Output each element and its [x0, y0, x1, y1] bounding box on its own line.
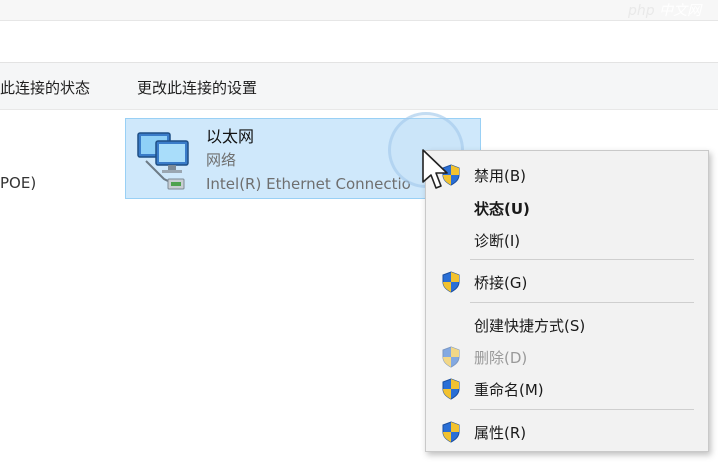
menu-item-status[interactable]: 状态(U)	[426, 192, 708, 222]
menu-item-label: 桥接(G)	[474, 274, 528, 292]
view-status-command[interactable]: 此连接的状态	[0, 77, 90, 98]
watermark-text: 中文网	[659, 3, 702, 19]
change-settings-command[interactable]: 更改此连接的设置	[137, 77, 257, 98]
menu-item-diagnose[interactable]: 诊断(I)	[426, 224, 708, 254]
connection-type: 网络	[206, 151, 237, 169]
menu-item-label: 创建快捷方式(S)	[474, 317, 586, 335]
uac-shield-icon	[442, 378, 460, 400]
uac-shield-icon	[442, 271, 460, 293]
menu-item-label: 诊断(I)	[474, 232, 521, 250]
menu-item-rename[interactable]: 重命名(M)	[426, 373, 708, 403]
menu-separator	[470, 259, 694, 260]
watermark: php 中文网	[628, 0, 718, 22]
menu-item-bridge[interactable]: 桥接(G)	[426, 266, 708, 296]
menu-item-label: 禁用(B)	[474, 167, 526, 185]
uac-shield-icon	[442, 421, 460, 443]
partial-connection-label: POE)	[0, 174, 37, 192]
menu-item-disable[interactable]: 禁用(B)	[426, 159, 708, 189]
menu-item-create-shortcut[interactable]: 创建快捷方式(S)	[426, 309, 708, 339]
connection-name: 以太网	[206, 127, 255, 146]
watermark-text: php	[628, 3, 655, 19]
menu-item-label: 重命名(M)	[474, 381, 544, 399]
context-menu: 禁用(B) 状态(U) 诊断(I) 桥接(G) 创建快捷方式(S) 删除(D)	[425, 150, 709, 452]
menu-item-label: 删除(D)	[474, 349, 528, 367]
menu-item-label: 属性(R)	[474, 424, 527, 442]
menu-separator	[470, 409, 694, 410]
top-strip	[0, 0, 718, 21]
mouse-cursor-icon	[422, 149, 448, 189]
uac-shield-icon	[442, 346, 460, 368]
menu-item-delete: 删除(D)	[426, 341, 708, 371]
network-adapter-icon	[137, 132, 189, 190]
command-bar: 此连接的状态 更改此连接的设置	[0, 62, 718, 110]
menu-item-properties[interactable]: 属性(R)	[426, 416, 708, 446]
menu-item-label: 状态(U)	[474, 200, 530, 218]
adapter-name: Intel(R) Ethernet Connectio	[206, 175, 411, 193]
menu-separator	[470, 302, 694, 303]
